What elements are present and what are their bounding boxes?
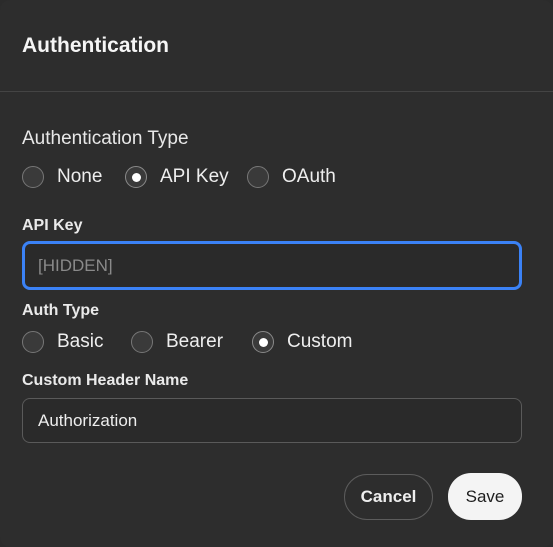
dialog-title: Authentication — [22, 34, 169, 57]
authentication-type-label: Authentication Type — [22, 128, 189, 149]
radio-label: Custom — [287, 331, 353, 352]
radio-basic[interactable]: Basic — [22, 331, 131, 353]
radio-label: None — [57, 166, 103, 187]
authentication-type-radio-group: None API Key OAuth — [22, 166, 336, 188]
radio-api-key[interactable]: API Key — [125, 166, 247, 188]
dialog-header: Authentication — [0, 0, 553, 92]
save-button[interactable]: Save — [448, 473, 522, 520]
radio-bearer[interactable]: Bearer — [131, 331, 252, 353]
custom-header-name-label: Custom Header Name — [22, 372, 189, 389]
radio-none[interactable]: None — [22, 166, 125, 188]
radio-circle-icon — [22, 166, 44, 188]
radio-circle-icon — [22, 331, 44, 353]
radio-label: API Key — [160, 166, 229, 187]
auth-type-label: Auth Type — [22, 302, 100, 319]
radio-circle-icon — [131, 331, 153, 353]
auth-type-radio-group: Basic Bearer Custom — [22, 331, 352, 353]
radio-selected-icon — [125, 166, 147, 188]
radio-label: OAuth — [282, 166, 336, 187]
radio-label: Basic — [57, 331, 104, 352]
authentication-dialog: Authentication Authentication Type None … — [0, 0, 553, 547]
radio-circle-icon — [247, 166, 269, 188]
api-key-label: API Key — [22, 217, 83, 234]
radio-selected-icon — [252, 331, 274, 353]
api-key-input[interactable] — [22, 241, 522, 290]
radio-oauth[interactable]: OAuth — [247, 166, 336, 188]
cancel-button[interactable]: Cancel — [344, 474, 433, 520]
custom-header-name-input[interactable] — [22, 398, 522, 443]
radio-custom[interactable]: Custom — [252, 331, 352, 353]
radio-label: Bearer — [166, 331, 224, 352]
